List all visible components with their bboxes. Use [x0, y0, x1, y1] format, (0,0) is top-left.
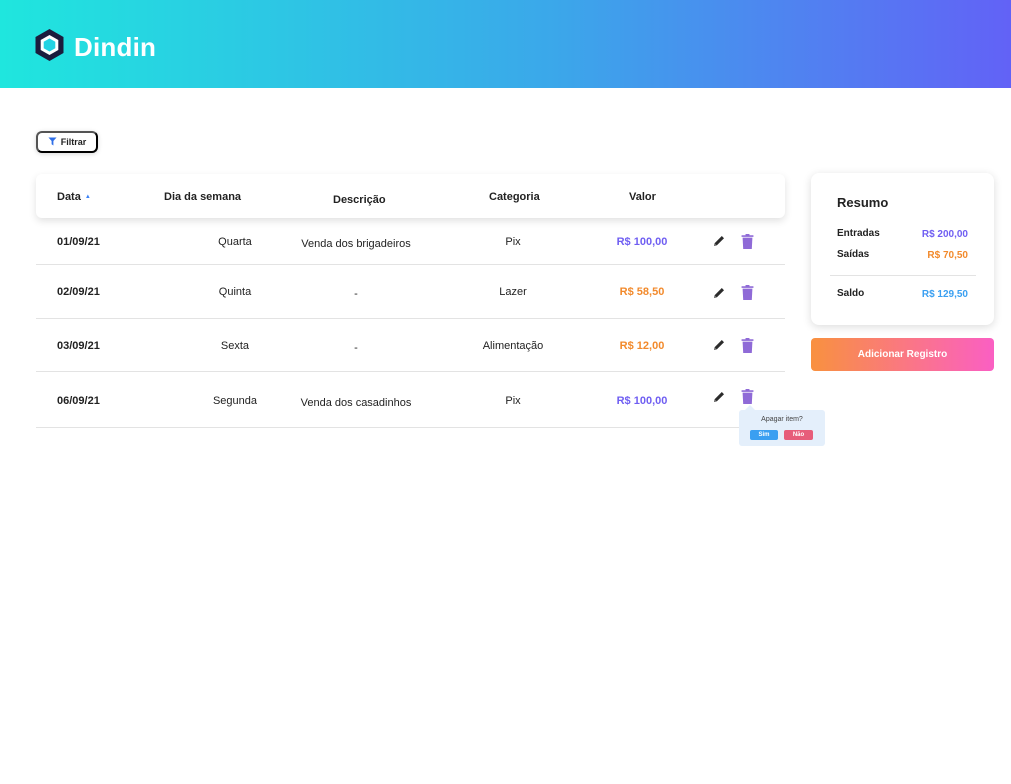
- row-value: R$ 58,50: [619, 286, 665, 298]
- column-header-category[interactable]: Categoria: [489, 191, 540, 203]
- filter-button[interactable]: Filtrar: [36, 131, 98, 153]
- pencil-icon[interactable]: [712, 234, 726, 248]
- row-weekday: Quinta: [218, 286, 252, 298]
- trash-icon[interactable]: [741, 234, 754, 249]
- row-description: Venda dos brigadeiros: [301, 238, 411, 250]
- row-description: -: [354, 342, 358, 354]
- pencil-icon[interactable]: [712, 338, 726, 352]
- row-value: R$ 12,00: [619, 340, 665, 352]
- row-date: 06/09/21: [57, 395, 100, 407]
- summary-card: Resumo Entradas R$ 200,00 Saídas R$ 70,5…: [811, 173, 994, 325]
- expense-value: R$ 70,50: [927, 250, 968, 261]
- row-weekday: Quarta: [218, 236, 252, 248]
- column-header-description[interactable]: Descrição: [333, 194, 386, 206]
- income-label: Entradas: [837, 228, 880, 239]
- balance-value: R$ 129,50: [921, 289, 968, 300]
- pencil-icon[interactable]: [712, 286, 726, 300]
- app-name: Dindin: [74, 32, 157, 62]
- brand[interactable]: Dindin: [34, 28, 156, 67]
- add-record-button[interactable]: Adicionar Registro: [811, 338, 994, 371]
- row-description: -: [354, 288, 358, 300]
- expense-label: Saídas: [837, 249, 870, 260]
- row-value: R$ 100,00: [616, 236, 668, 248]
- row-weekday: Segunda: [212, 395, 258, 407]
- column-header-date[interactable]: Data ▲: [57, 191, 91, 203]
- sort-ascending-icon: ▲: [84, 194, 91, 200]
- balance-label: Saldo: [837, 288, 865, 299]
- row-date: 02/09/21: [57, 286, 100, 298]
- row-category: Pix: [505, 236, 521, 248]
- row-category: Alimentação: [482, 340, 544, 352]
- row-value: R$ 100,00: [616, 395, 668, 407]
- table-row: 02/09/21 Quinta - Lazer R$ 58,50: [36, 265, 785, 319]
- summary-title: Resumo: [837, 195, 889, 210]
- summary-divider: [830, 275, 976, 276]
- table-header: Data ▲ Dia da semana Descrição Categoria …: [36, 174, 785, 218]
- table-row: 06/09/21 Segunda Venda dos casadinhos Pi…: [36, 372, 785, 428]
- row-category: Pix: [505, 395, 521, 407]
- income-value: R$ 200,00: [921, 229, 968, 240]
- delete-confirm-question: Apagar item?: [761, 416, 803, 423]
- row-weekday: Sexta: [220, 340, 250, 352]
- trash-icon[interactable]: [741, 285, 754, 300]
- row-date: 01/09/21: [57, 236, 100, 248]
- trash-icon[interactable]: [741, 389, 754, 404]
- column-header-value[interactable]: Valor: [629, 191, 656, 203]
- table-row: 03/09/21 Sexta - Alimentação R$ 12,00: [36, 319, 785, 372]
- confirm-yes-button[interactable]: Sim: [750, 430, 778, 440]
- trash-icon[interactable]: [741, 338, 754, 353]
- row-date: 03/09/21: [57, 340, 100, 352]
- table-row: 01/09/21 Quarta Venda dos brigadeiros Pi…: [36, 219, 785, 265]
- pencil-icon[interactable]: [712, 390, 726, 404]
- row-category: Lazer: [499, 286, 527, 298]
- row-description: Venda dos casadinhos: [300, 397, 412, 409]
- app-header: Dindin: [0, 0, 1011, 88]
- hexagon-logo-icon: [34, 28, 65, 67]
- column-header-weekday[interactable]: Dia da semana: [164, 191, 241, 203]
- delete-confirm-popover: Apagar item? Sim Não: [739, 405, 825, 446]
- confirm-no-button[interactable]: Não: [784, 430, 813, 440]
- filter-button-label: Filtrar: [60, 137, 87, 147]
- filter-funnel-icon: [48, 136, 57, 148]
